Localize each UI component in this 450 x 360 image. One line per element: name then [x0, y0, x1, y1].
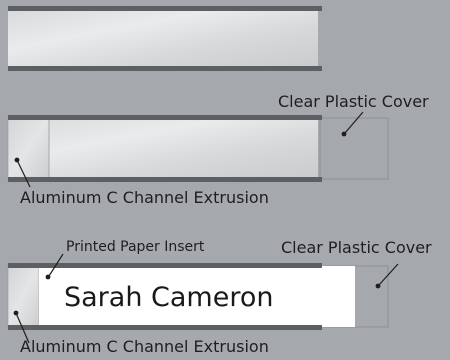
- bottom-rail: [8, 325, 322, 330]
- cover-leader-dot: [375, 283, 381, 289]
- insert-leader-dot: [45, 274, 51, 280]
- channel-end-cap: [7, 265, 40, 328]
- insert-name-text: Sarah Cameron: [64, 282, 274, 313]
- aluminum-extrusion-label: Aluminum C Channel Extrusion: [20, 188, 269, 207]
- top-rail: [8, 6, 322, 11]
- clear-plastic-cover-label: Clear Plastic Cover: [278, 92, 429, 111]
- channel-end-cap: [7, 117, 50, 180]
- cover-leader-dot: [341, 131, 347, 137]
- bottom-rail: [8, 177, 322, 182]
- clear-plastic-cover-label: Clear Plastic Cover: [281, 238, 432, 257]
- diagram-stage: Clear Plastic Cover Aluminum C Channel E…: [0, 0, 450, 360]
- bottom-rail: [8, 66, 322, 71]
- printed-paper-insert-label: Printed Paper Insert: [66, 239, 205, 255]
- clear-cover-outline: [319, 117, 389, 180]
- channel-with-cover: [7, 111, 389, 188]
- cover-leader-line: [344, 111, 364, 134]
- assembled-sign-channel: [8, 6, 322, 71]
- top-rail: [8, 115, 322, 120]
- aluminum-extrusion-label: Aluminum C Channel Extrusion: [20, 337, 269, 356]
